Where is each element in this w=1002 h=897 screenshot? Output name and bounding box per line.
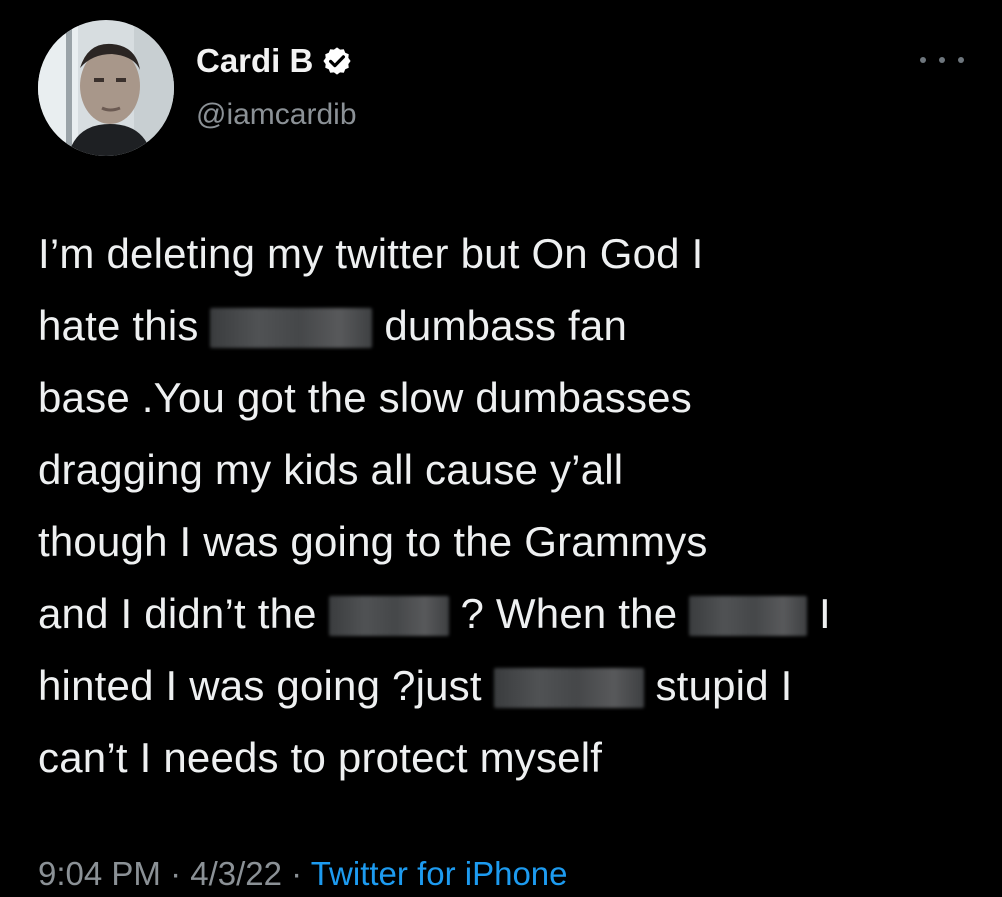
more-options-icon[interactable] [920,50,964,70]
tweet-meta: 9:04 PM · 4/3/22 · Twitter for iPhone [38,852,568,896]
tweet-time[interactable]: 9:04 PM [38,855,161,892]
redacted-word [328,596,449,636]
tweet-line: though I was going to the Grammys [38,518,708,565]
meta-separator: · [281,855,311,892]
tweet-line: can’t I needs to protect myself [38,734,603,781]
redacted-word [689,596,808,636]
tweet-text: I’m deleting my twitter but On God I hat… [38,218,978,794]
tweet-source-link[interactable]: Twitter for iPhone [311,855,568,892]
tweet-line: I’m deleting my twitter but On God I [38,230,704,277]
redacted-word [493,668,644,708]
tweet-date[interactable]: 4/3/22 [190,855,282,892]
avatar-image [38,20,174,156]
handle[interactable]: @iamcardib [196,96,357,134]
tweet-line: hinted I was going ?just stupid I [38,662,793,709]
tweet-line: base .You got the slow dumbasses [38,374,692,421]
verified-badge-icon [321,45,353,77]
tweet: Cardi B @iamcardib I’m deleting my twitt… [0,0,1002,897]
display-name[interactable]: Cardi B [196,40,313,82]
meta-separator: · [160,855,191,892]
avatar[interactable] [38,20,174,156]
name-row: Cardi B [196,40,353,82]
redacted-word [210,308,373,348]
tweet-line: hate this dumbass fan [38,302,627,349]
tweet-line: dragging my kids all cause y’all [38,446,624,493]
tweet-line: and I didn’t the ? When the I [38,590,831,637]
